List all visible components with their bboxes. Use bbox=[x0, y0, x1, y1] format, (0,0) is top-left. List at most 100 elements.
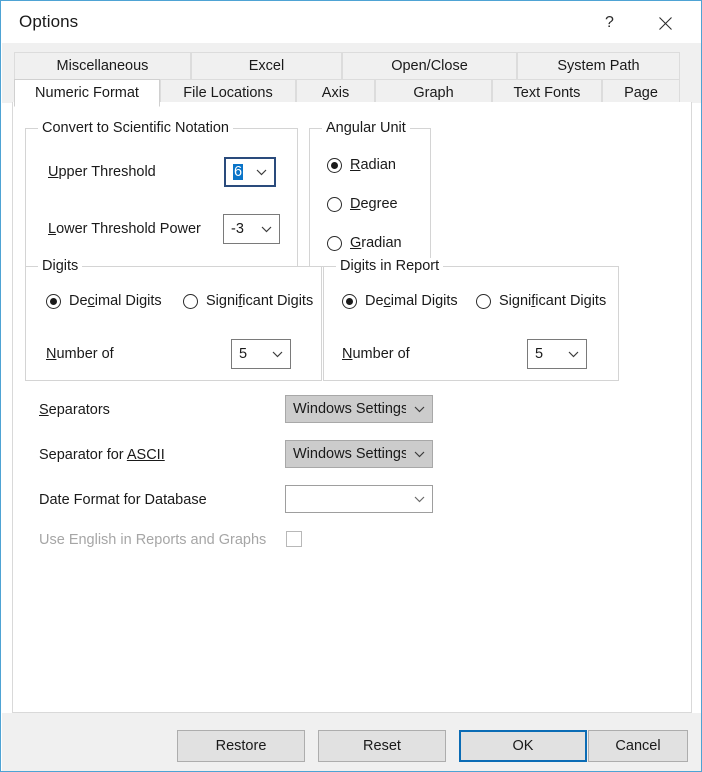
separators-combo[interactable]: Windows Settings bbox=[285, 395, 433, 423]
tab-label: Excel bbox=[248, 58, 285, 74]
radio-indicator bbox=[342, 293, 357, 309]
mnemonic: N bbox=[342, 346, 353, 362]
mnemonic: c bbox=[383, 293, 391, 309]
label-text: ower Threshold Power bbox=[56, 221, 201, 237]
tab-label: System Path bbox=[557, 58, 640, 74]
mnemonic: U bbox=[48, 164, 59, 180]
tab-label: Numeric Format bbox=[35, 85, 139, 101]
label-text: pper Threshold bbox=[58, 164, 156, 180]
tab-numeric-format[interactable]: Numeric Format bbox=[14, 79, 160, 107]
label-text: De bbox=[365, 293, 384, 309]
tab-label: Page bbox=[624, 85, 658, 101]
digits-number-of-combo[interactable]: 5 bbox=[231, 339, 291, 369]
tab-open-close[interactable]: Open/Close bbox=[342, 52, 517, 79]
use-english-checkbox[interactable] bbox=[286, 531, 302, 547]
label-text: icant Digits bbox=[242, 293, 314, 309]
chevron-down-icon bbox=[253, 226, 279, 233]
label-text: eparators bbox=[48, 402, 110, 418]
label-text: imal Digits bbox=[390, 293, 458, 309]
restore-button[interactable]: Restore bbox=[177, 730, 305, 762]
tab-miscellaneous[interactable]: Miscellaneous bbox=[14, 52, 191, 79]
radio-label: Significant Digits bbox=[499, 293, 606, 309]
upper-threshold-combo[interactable]: 6 bbox=[224, 157, 276, 187]
tab-strip: Miscellaneous Excel Open/Close System Pa… bbox=[2, 43, 701, 107]
separators-label: Separators bbox=[39, 402, 110, 418]
chevron-down-icon bbox=[406, 496, 432, 503]
tab-label: Text Fonts bbox=[513, 85, 581, 101]
question-mark-icon: ? bbox=[605, 14, 614, 31]
lower-threshold-value: -3 bbox=[231, 221, 244, 237]
label-text: Signi bbox=[206, 293, 239, 309]
tab-excel[interactable]: Excel bbox=[191, 52, 342, 79]
radio-radian[interactable]: Radian bbox=[327, 157, 396, 173]
label-text: De bbox=[69, 293, 88, 309]
button-label: Reset bbox=[363, 738, 401, 754]
label-text: Separator for bbox=[39, 447, 127, 463]
radio-gradian[interactable]: Gradian bbox=[327, 235, 402, 251]
radio-label: Degree bbox=[350, 196, 398, 212]
radio-report-significant[interactable]: Significant Digits bbox=[476, 293, 606, 309]
label-text: imal Digits bbox=[94, 293, 162, 309]
group-title: Digits in Report bbox=[336, 258, 444, 274]
radio-indicator bbox=[327, 157, 342, 173]
help-button[interactable]: ? bbox=[587, 3, 632, 43]
group-title: Convert to Scientific Notation bbox=[38, 120, 233, 136]
radio-label: Decimal Digits bbox=[365, 293, 458, 309]
mnemonic: L bbox=[48, 221, 57, 237]
radio-indicator bbox=[476, 293, 491, 309]
label-text: umber of bbox=[352, 346, 410, 362]
label-text: umber of bbox=[56, 346, 114, 362]
date-format-combo[interactable] bbox=[285, 485, 433, 513]
dialog-button-bar: Restore Reset OK Cancel bbox=[2, 713, 701, 771]
ok-button[interactable]: OK bbox=[459, 730, 587, 762]
tab-label: Graph bbox=[413, 85, 454, 101]
report-number-of-combo[interactable]: 5 bbox=[527, 339, 587, 369]
radio-indicator bbox=[327, 196, 342, 212]
mnemonic: G bbox=[350, 235, 362, 251]
label-text: icant Digits bbox=[535, 293, 607, 309]
tab-label: Miscellaneous bbox=[56, 58, 149, 74]
chevron-down-icon bbox=[406, 406, 432, 413]
lower-threshold-combo[interactable]: -3 bbox=[223, 214, 280, 244]
button-label: Cancel bbox=[615, 738, 661, 754]
mnemonic: D bbox=[350, 196, 361, 212]
lower-threshold-label: Lower Threshold Power bbox=[48, 221, 201, 237]
digits-number-of-label: Number of bbox=[46, 346, 114, 362]
label-text: egree bbox=[360, 196, 398, 212]
mnemonic: c bbox=[87, 293, 95, 309]
reset-button[interactable]: Reset bbox=[318, 730, 446, 762]
radio-label: Radian bbox=[350, 157, 396, 173]
separator-ascii-combo[interactable]: Windows Settings bbox=[285, 440, 433, 468]
button-label: Restore bbox=[215, 738, 267, 754]
mnemonic: S bbox=[39, 402, 49, 418]
chevron-down-icon bbox=[560, 351, 586, 358]
separators-value: Windows Settings bbox=[293, 401, 406, 417]
radio-degree[interactable]: Degree bbox=[327, 196, 398, 212]
tab-row-upper: Miscellaneous Excel Open/Close System Pa… bbox=[2, 52, 701, 79]
tab-label: Open/Close bbox=[391, 58, 468, 74]
radio-digits-decimal[interactable]: Decimal Digits bbox=[46, 293, 162, 309]
radio-digits-significant[interactable]: Significant Digits bbox=[183, 293, 313, 309]
title-bar: Options ? bbox=[2, 2, 701, 44]
upper-threshold-label: Upper Threshold bbox=[48, 164, 156, 180]
separator-ascii-label: Separator for ASCII bbox=[39, 447, 165, 463]
mnemonic: ASCII bbox=[126, 447, 165, 463]
radio-label: Significant Digits bbox=[206, 293, 313, 309]
upper-threshold-value: 6 bbox=[226, 164, 248, 180]
tab-system-path[interactable]: System Path bbox=[517, 52, 680, 79]
tab-label: File Locations bbox=[183, 85, 273, 101]
cancel-button[interactable]: Cancel bbox=[588, 730, 688, 762]
mnemonic: N bbox=[46, 346, 57, 362]
group-title: Digits bbox=[38, 258, 83, 274]
close-button[interactable] bbox=[643, 3, 688, 43]
tab-content-numeric-format: Convert to Scientific Notation Upper Thr… bbox=[12, 102, 692, 713]
chevron-down-icon bbox=[264, 351, 290, 358]
radio-report-decimal[interactable]: Decimal Digits bbox=[342, 293, 458, 309]
chevron-down-icon bbox=[248, 169, 274, 176]
report-number-of-label: Number of bbox=[342, 346, 410, 362]
window-title: Options bbox=[19, 12, 79, 31]
label-text: adian bbox=[360, 157, 396, 173]
button-label: OK bbox=[512, 738, 534, 754]
group-digits: Digits Decimal Digits Significant Digits… bbox=[25, 258, 322, 381]
close-icon bbox=[659, 16, 672, 30]
